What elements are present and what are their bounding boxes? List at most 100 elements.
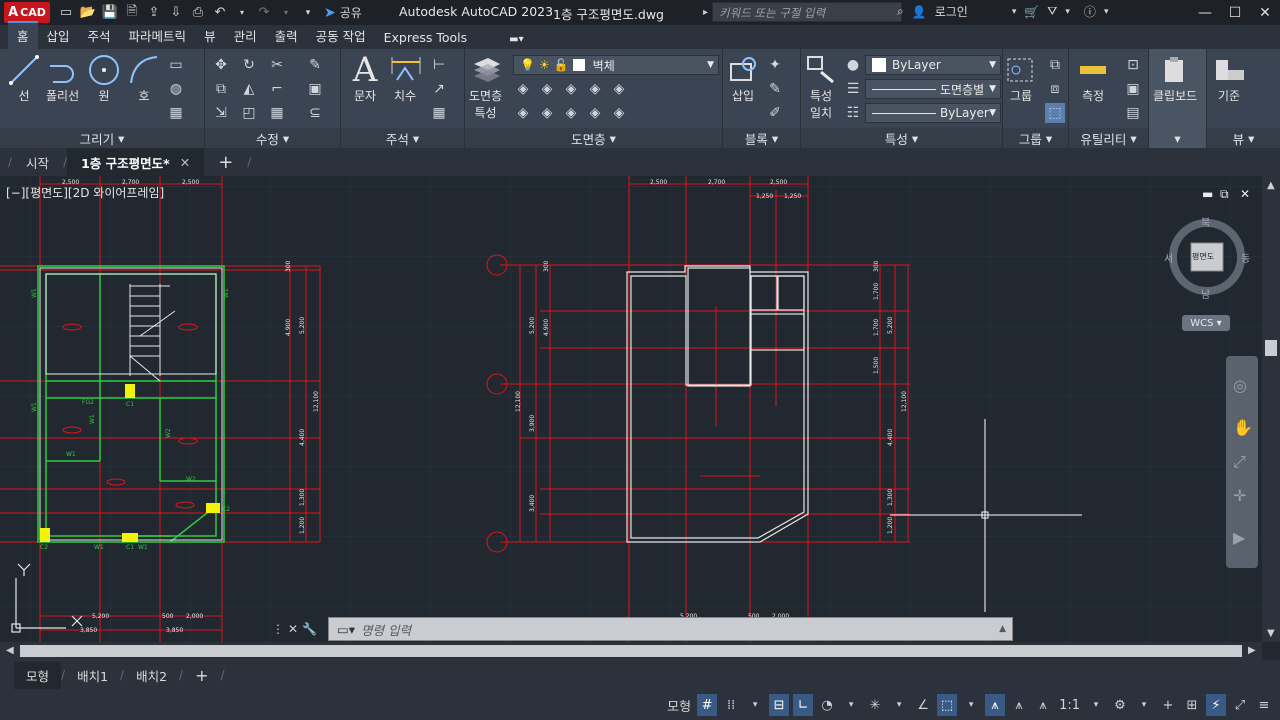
layer-tool-6-icon[interactable]: ◈ [513,103,533,123]
help-dropdown-icon[interactable]: ▾ [1104,7,1109,17]
viewcube-face-top[interactable]: 평면도 [1192,251,1214,262]
command-history-icon[interactable]: ▲ [999,624,1006,634]
panel-groups-title[interactable]: 그룹 ▾ [1003,128,1068,148]
a360-dropdown-icon[interactable]: ▾ [1065,7,1070,17]
base-view-button[interactable]: 기준 [1213,53,1245,104]
group-button[interactable]: 그룹 [1005,53,1037,104]
cart-icon[interactable]: 🛒 [1024,5,1039,19]
panel-properties-title[interactable]: 특성 ▾ [801,128,1002,148]
tab-view[interactable]: 뷰 [195,23,225,49]
scroll-left-icon[interactable]: ◀ [6,645,14,656]
annotation-visibility-icon[interactable]: ⩚ [985,694,1006,716]
drag-handle[interactable]: ⋮ [272,622,284,636]
add-layout-button[interactable]: + [183,662,220,689]
viewport-close-icon[interactable]: ✕ [1240,187,1250,201]
match-properties-button[interactable]: 특성 일치 [805,53,837,121]
layer-tool-1-icon[interactable]: ◈ [513,79,533,99]
customize-icon[interactable]: 🔧 [302,622,317,636]
search-icon[interactable]: ⌕ [897,4,904,19]
viewport-controls-label[interactable]: [−][평면도][2D 와이어프레임] [6,184,164,201]
block-attribute-icon[interactable]: ✐ [765,103,785,123]
scroll-up-icon[interactable]: ▲ [1267,180,1275,191]
rotate-icon[interactable]: ↻ [239,55,259,75]
layer-dropdown[interactable]: 💡 ☀ 🔓 벽체 ▼ [513,55,719,75]
viewport-minimize-icon[interactable]: ▬ [1202,187,1213,201]
lineweight-dropdown[interactable]: ByLayer ▼ [865,103,1001,123]
units-icon[interactable]: ⊞ [1182,694,1202,716]
redo-dropdown-icon[interactable]: ▾ [276,3,296,23]
layer-tool-4-icon[interactable]: ◈ [585,79,605,99]
snap-icon[interactable]: ⁞⁞ [721,694,741,716]
stretch-icon[interactable]: ⇲ [211,103,231,123]
layer-tool-9-icon[interactable]: ◈ [585,103,605,123]
table-icon[interactable]: ▦ [429,103,449,123]
tab-layout2[interactable]: 배치2 [124,662,179,689]
annotation-monitor-icon[interactable]: + [1158,694,1178,716]
vertical-scroll-thumb[interactable] [1265,340,1277,356]
workspace-dropdown-icon[interactable]: ▾ [1134,694,1154,716]
circle-button[interactable]: 원 [88,53,120,104]
object-snap-icon[interactable]: ⬚ [937,694,958,716]
isodraft-icon[interactable]: ✳ [865,694,885,716]
polyline-button[interactable]: 폴리선 [46,53,79,104]
select-all-icon[interactable]: ▣ [1123,79,1143,99]
horizontal-scroll-thumb[interactable] [20,645,1242,657]
line-button[interactable]: 선 [8,53,40,104]
layer-tool-5-icon[interactable]: ◈ [609,79,629,99]
measure-button[interactable]: 측정 [1077,53,1109,104]
quick-properties-icon[interactable]: ⚡ [1206,694,1226,716]
tab-manage[interactable]: 관리 [225,23,266,49]
scale-icon[interactable]: ◰ [239,103,259,123]
zoom-extents-icon[interactable]: ⤢ [1233,452,1246,472]
trim-icon[interactable]: ✂ [267,55,287,75]
object-snap-dropdown-icon[interactable]: ▾ [961,694,981,716]
command-prompt-icon[interactable]: ▭▾ [337,622,355,637]
dimension-button[interactable]: 치수 [389,53,421,104]
isodraft-dropdown-icon[interactable]: ▾ [889,694,909,716]
snap-dropdown-icon[interactable]: ▾ [745,694,765,716]
tab-insert[interactable]: 삽입 [38,23,79,49]
hatch-icon[interactable]: ◍ [166,79,186,99]
color-dropdown[interactable]: ByLayer ▼ [865,55,1001,75]
infer-constraints-icon[interactable]: ⊟ [769,694,790,716]
scroll-down-icon[interactable]: ▼ [1267,628,1275,639]
model-space-button[interactable]: 모형 [665,694,693,716]
scroll-right-icon[interactable]: ▶ [1248,645,1256,656]
panel-draw-title[interactable]: 그리기 ▾ [0,128,204,148]
text-button[interactable]: A 문자 [349,50,381,104]
web-save-icon[interactable]: ⇩ [166,3,186,23]
create-block-icon[interactable]: ✦ [765,55,785,75]
tab-express-tools[interactable]: Express Tools [375,27,477,49]
customize-menu-icon[interactable]: ≡ [1254,694,1274,716]
login-button[interactable]: 로그인 [935,3,968,20]
annotation-scale-value[interactable]: 1:1 [1057,694,1082,716]
paste-button[interactable]: 클립보드 [1153,53,1197,104]
edit-block-icon[interactable]: ✎ [765,79,785,99]
rectangle-icon[interactable]: ▭ [166,55,186,75]
save-icon[interactable]: 💾 [100,3,120,23]
insert-block-button[interactable]: 삽입 [727,53,759,104]
tab-start[interactable]: 시작 [12,148,63,176]
move-icon[interactable]: ✥ [211,55,231,75]
search-expand-icon[interactable]: ▸ [703,7,708,18]
layer-tool-7-icon[interactable]: ◈ [537,103,557,123]
horizontal-scrollbar[interactable]: ◀ ▶ [0,642,1262,660]
plot-icon[interactable]: ⎙ [188,3,208,23]
explode-icon[interactable]: ▣ [305,79,325,99]
new-tab-button[interactable]: + [204,148,247,176]
workspace-gear-icon[interactable]: ⚙ [1110,694,1130,716]
panel-view-title[interactable]: 뷰 ▾ [1207,128,1280,148]
steering-wheel-icon[interactable]: ◎ [1233,376,1247,395]
polar-dropdown-icon[interactable]: ▾ [841,694,861,716]
ungroup-icon[interactable]: ⧉ [1045,55,1065,75]
new-file-icon[interactable]: ▭ [56,3,76,23]
annotation-scale-dropdown-icon[interactable]: ▾ [1086,694,1106,716]
showmotion-icon[interactable]: ▶ [1233,528,1245,547]
tab-layout1[interactable]: 배치1 [65,662,120,689]
minimize-icon[interactable]: — [1190,0,1220,25]
app-logo[interactable]: A CAD [4,2,50,23]
maximize-icon[interactable]: ☐ [1220,0,1250,25]
viewport-restore-icon[interactable]: ⧉ [1220,187,1229,202]
help-icon[interactable]: ⓘ [1084,3,1096,20]
leader-icon[interactable]: ↗ [429,79,449,99]
